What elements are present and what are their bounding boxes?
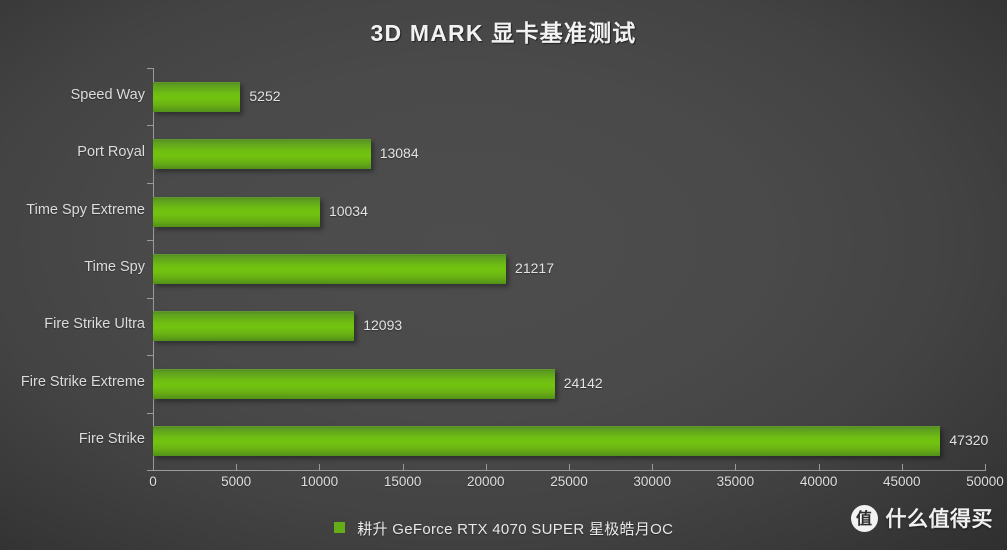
y-axis-tick	[147, 182, 153, 184]
bar-value-label: 13084	[379, 145, 419, 162]
legend-label: 耕升 GeForce RTX 4070 SUPER 星极皓月OC	[357, 521, 674, 538]
x-axis-tick	[735, 464, 737, 470]
bar	[153, 139, 371, 170]
y-axis-tick	[147, 412, 153, 414]
x-axis-tick-label: 30000	[633, 474, 671, 489]
x-axis-tick	[818, 464, 820, 470]
bar	[153, 196, 320, 227]
bar	[153, 81, 241, 112]
chart-container: 3D MARK 显卡基准测试 Speed Way Port Royal Time S…	[0, 0, 1007, 550]
x-axis-tick	[319, 464, 321, 470]
x-axis-tick-label: 5000	[221, 474, 252, 489]
x-axis-tick	[485, 464, 487, 470]
category-label: Speed Way	[70, 86, 145, 103]
x-axis-tick-label: 20000	[467, 474, 505, 489]
x-axis-tick	[652, 464, 654, 470]
y-axis-tick	[147, 240, 153, 242]
chart-title: 3D MARK 显卡基准测试	[370, 20, 637, 46]
category-label: Time Spy Extreme	[26, 201, 145, 218]
x-axis-line	[153, 470, 986, 471]
x-axis-tick	[153, 464, 154, 470]
category-label: Fire Strike Extreme	[20, 373, 145, 390]
x-axis-tick	[402, 464, 404, 470]
x-axis-tick	[236, 464, 238, 470]
y-axis-tick	[147, 355, 153, 357]
x-axis-tick	[569, 464, 570, 470]
x-axis-tick-label: 45000	[883, 474, 921, 489]
bar-value-label: 12093	[363, 317, 403, 334]
bar	[153, 426, 941, 457]
bar-value-label: 24142	[563, 374, 603, 391]
x-axis-tick-label: 10000	[300, 474, 339, 489]
y-axis-tick	[147, 297, 153, 299]
category-label: Time Spy	[84, 259, 145, 275]
x-axis-tick-label: 15000	[383, 474, 422, 489]
x-axis-tick-label: 50000	[966, 474, 1004, 489]
watermark-badge-icon: 值	[850, 504, 878, 532]
bar-value-label: 10034	[328, 202, 368, 219]
x-axis-tick	[985, 464, 986, 470]
legend-entry: 耕升 GeForce RTX 4070 SUPER 星极皓月OC	[333, 518, 674, 539]
y-axis-tick	[147, 125, 153, 127]
x-axis-tick	[901, 464, 903, 470]
bar	[153, 368, 555, 399]
y-axis-tick	[147, 68, 153, 69]
x-axis-tick-label: 35000	[716, 474, 755, 489]
x-axis-tick-label: 0	[149, 474, 157, 489]
bar-value-label: 5252	[249, 87, 281, 104]
x-axis-tick-label: 40000	[799, 474, 838, 489]
category-label: Fire Strike	[78, 431, 145, 448]
x-axis-tick-label: 25000	[550, 474, 588, 489]
category-label: Port Royal	[77, 144, 145, 161]
legend-swatch-icon	[333, 522, 345, 533]
bar-value-label: 21217	[515, 260, 554, 276]
bar	[153, 254, 507, 284]
watermark: 值 什么值得买	[850, 503, 994, 533]
category-label: Fire Strike Ultra	[44, 316, 145, 333]
y-axis-tick	[147, 470, 153, 471]
bar	[153, 311, 355, 342]
bar-value-label: 47320	[949, 432, 989, 449]
watermark-text: 什么值得买	[885, 508, 993, 531]
